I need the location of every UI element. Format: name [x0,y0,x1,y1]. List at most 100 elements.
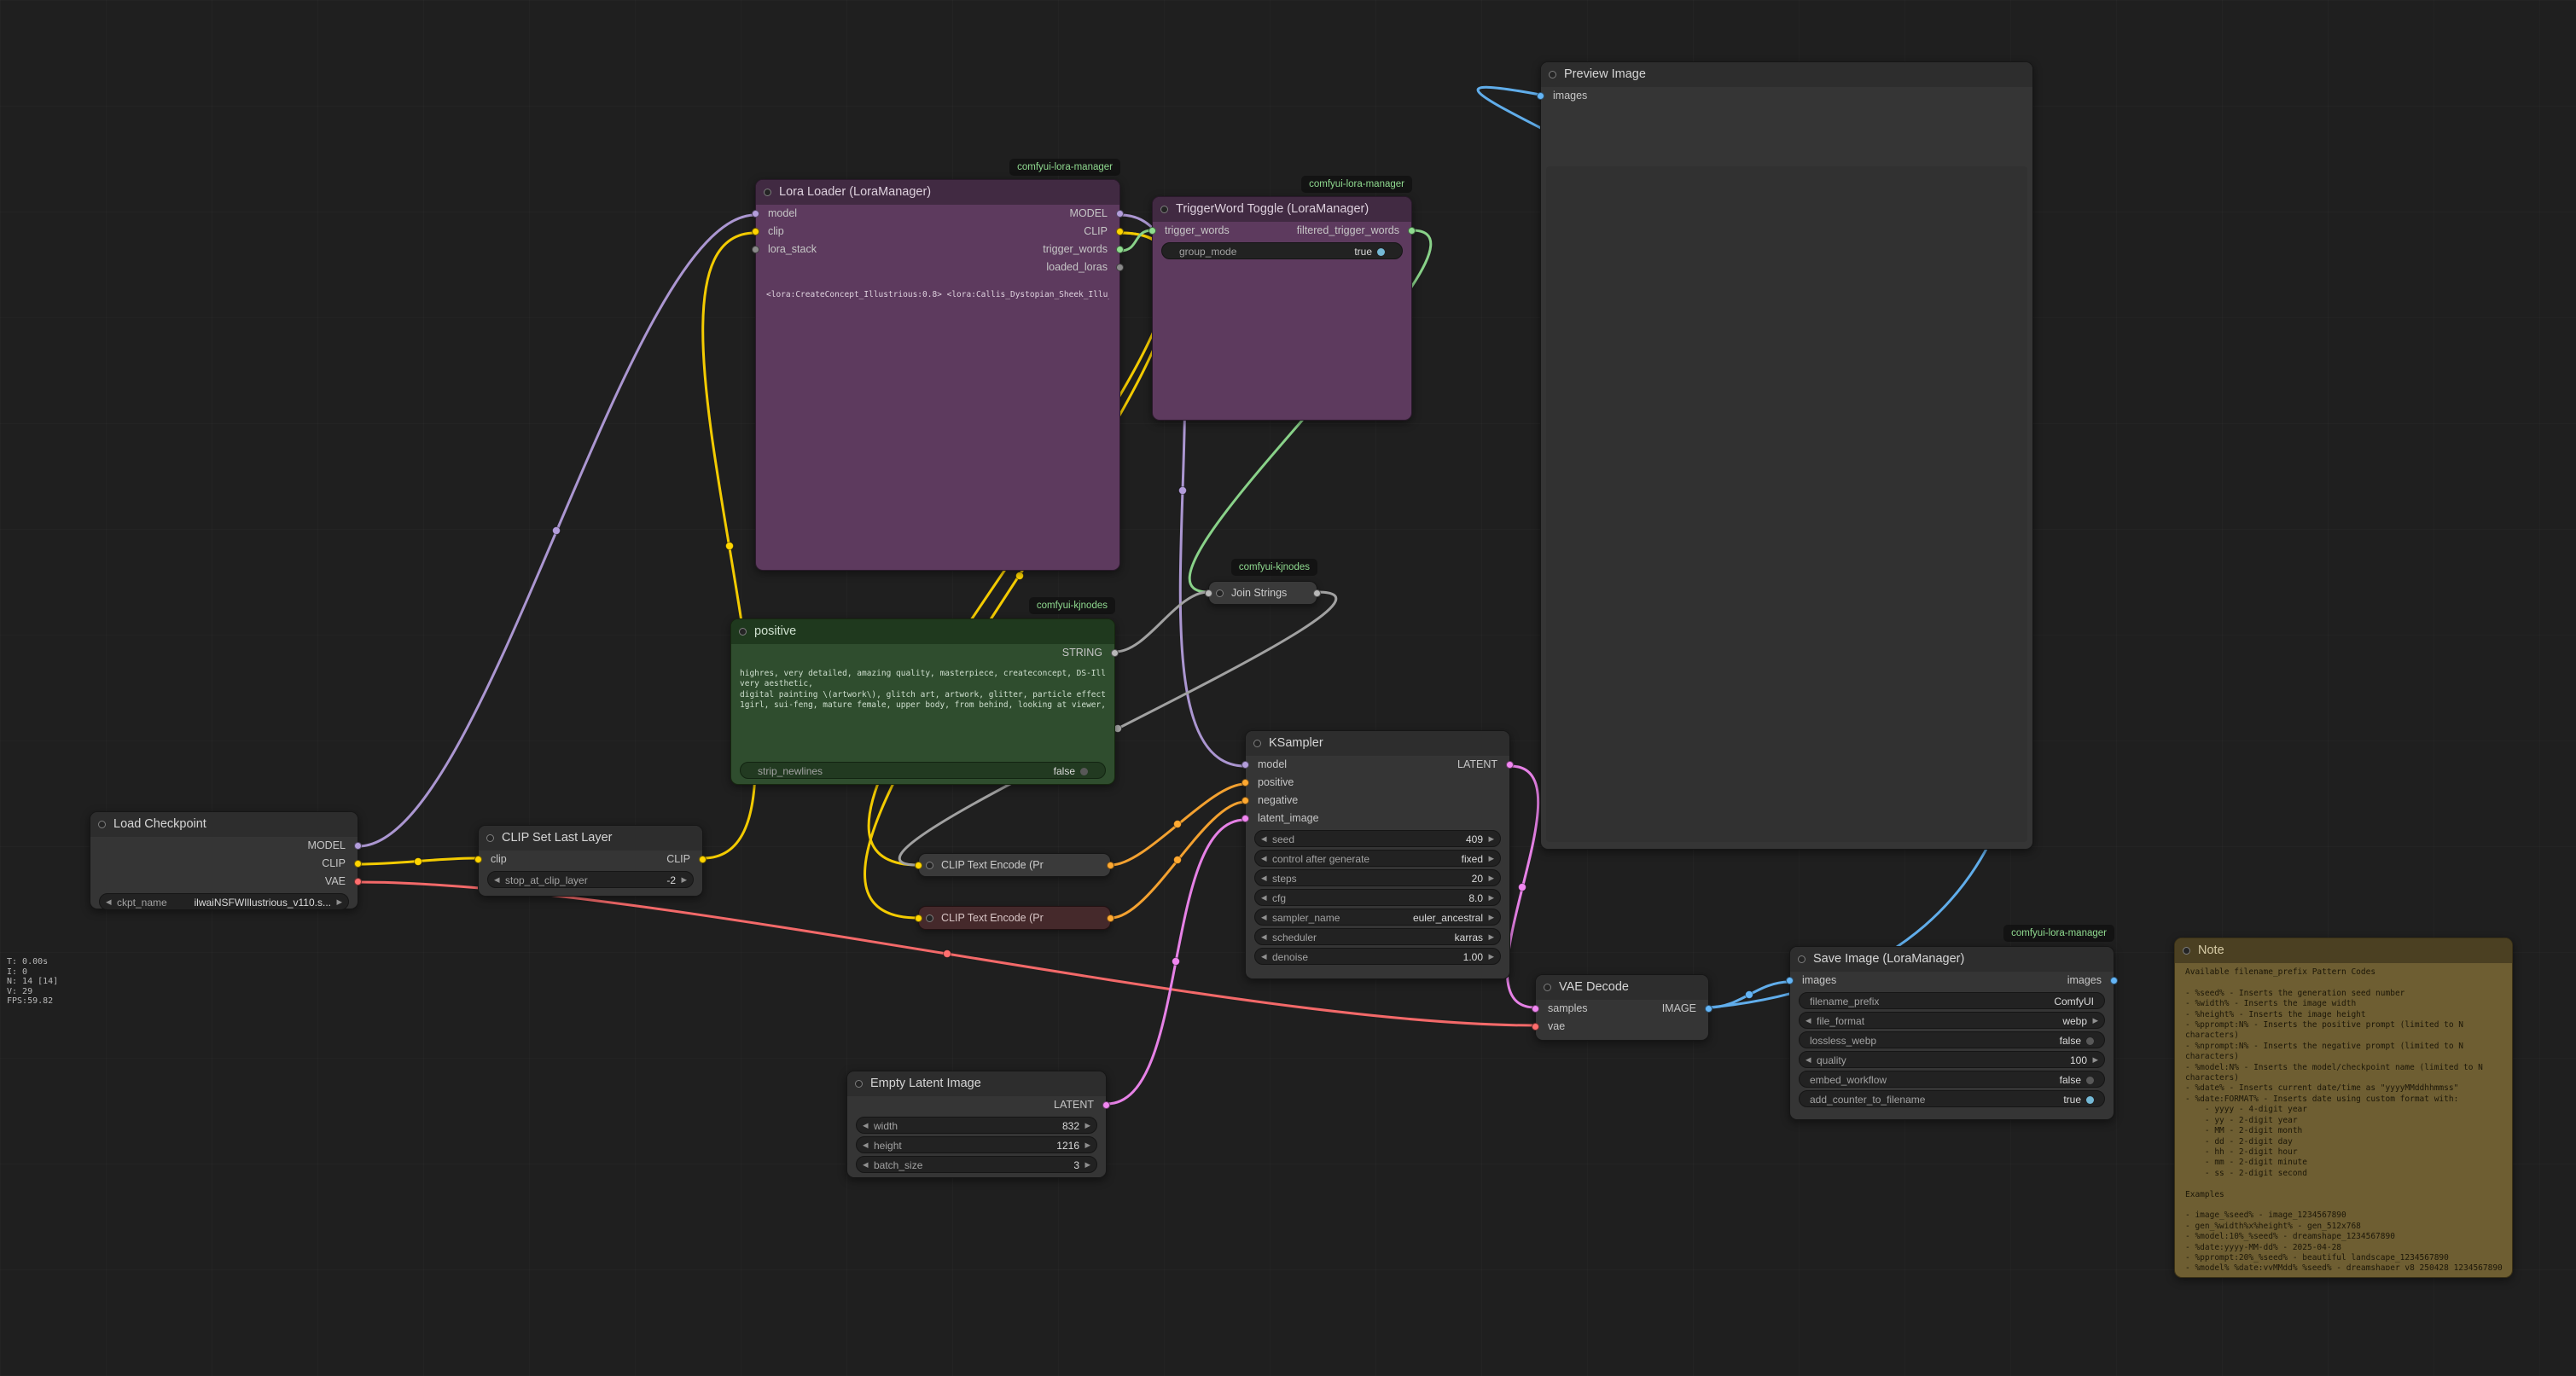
input-slot-model[interactable] [1241,761,1249,769]
node-join-strings[interactable]: Join Strings [1208,581,1317,605]
widget-add-counter-to-filename[interactable]: add_counter_to_filename true [1799,1090,2105,1107]
collapse-dot[interactable] [98,821,106,828]
node-vae-decode[interactable]: VAE Decode samples IMAGE vae [1535,974,1709,1041]
combo-next-icon[interactable]: ▶ [1488,831,1494,848]
widget-group-mode[interactable]: group_mode true [1161,242,1403,259]
widget-cfg[interactable]: ◀ cfg 8.0 ▶ [1254,889,1501,906]
toggle-off-icon[interactable] [1080,768,1088,775]
input-slot-samples[interactable] [1532,1005,1539,1013]
input-slot-lora-stack[interactable] [752,246,759,253]
combo-next-icon[interactable]: ▶ [681,872,687,889]
widget-denoise[interactable]: ◀ denoise 1.00 ▶ [1254,948,1501,965]
node-title-bar[interactable]: KSampler [1246,731,1509,756]
output-slot-images[interactable] [2110,977,2118,984]
input-slot-vae[interactable] [1532,1023,1539,1031]
combo-next-icon[interactable]: ▶ [2092,1013,2098,1030]
widget-height[interactable]: ◀ height 1216 ▶ [856,1136,1097,1153]
node-title-bar[interactable]: Empty Latent Image [847,1071,1106,1096]
combo-prev-icon[interactable]: ◀ [1261,909,1267,926]
combo-next-icon[interactable]: ▶ [1084,1137,1090,1154]
combo-next-icon[interactable]: ▶ [1084,1157,1090,1174]
output-slot-trigger-words[interactable] [1116,246,1124,253]
toggle-off-icon[interactable] [2086,1077,2094,1084]
collapse-dot[interactable] [1798,955,1806,963]
output-slot-conditioning[interactable] [1107,914,1114,922]
combo-next-icon[interactable]: ▶ [1488,851,1494,868]
output-slot-latent[interactable] [1102,1101,1110,1109]
output-slot-filtered-trigger-words[interactable] [1408,227,1416,235]
node-clip-set-last-layer[interactable]: CLIP Set Last Layer clip CLIP ◀ stop_at_… [478,825,703,897]
output-slot-latent[interactable] [1506,761,1514,769]
widget-sampler-name[interactable]: ◀ sampler_name euler_ancestral ▶ [1254,909,1501,926]
node-lora-loader[interactable]: Lora Loader (LoraManager) model MODEL cl… [755,179,1120,571]
combo-next-icon[interactable]: ▶ [2092,1052,2098,1069]
node-title-bar[interactable]: Note [2175,938,2512,963]
input-slot-images[interactable] [1537,92,1544,100]
combo-prev-icon[interactable]: ◀ [863,1137,869,1154]
node-preview-image[interactable]: Preview Image images [1540,61,2033,850]
input-slot-trigger-words[interactable] [1148,227,1156,235]
output-slot-clip[interactable] [354,860,362,868]
output-slot-string[interactable] [1111,649,1119,657]
combo-prev-icon[interactable]: ◀ [1261,851,1267,868]
collapse-dot[interactable] [1216,589,1224,597]
combo-next-icon[interactable]: ▶ [336,894,342,911]
combo-prev-icon[interactable]: ◀ [106,894,112,911]
combo-prev-icon[interactable]: ◀ [1261,890,1267,907]
collapse-dot[interactable] [1160,206,1168,213]
note-textarea[interactable]: Available filename_prefix Pattern Codes … [2185,967,2505,1270]
output-slot-clip[interactable] [1116,228,1124,235]
input-slot-positive[interactable] [1241,779,1249,787]
node-title-bar[interactable]: VAE Decode [1536,975,1708,1000]
node-title-bar[interactable]: positive [731,619,1114,644]
prompt-textarea[interactable]: highres, very detailed, amazing quality,… [740,669,1106,740]
lora-syntax-text[interactable]: <lora:CreateConcept_Illustrious:0.8> <lo… [766,290,1109,299]
node-title-bar[interactable]: Lora Loader (LoraManager) [756,180,1119,205]
node-save-image[interactable]: Save Image (LoraManager) images images f… [1789,946,2114,1120]
output-slot-model[interactable] [1116,210,1124,218]
output-slot-conditioning[interactable] [1107,862,1114,869]
toggle-on-icon[interactable] [2086,1096,2094,1104]
combo-next-icon[interactable]: ▶ [1488,890,1494,907]
input-slot-clip[interactable] [752,228,759,235]
widget-strip-newlines[interactable]: strip_newlines false [740,762,1106,779]
widget-filename-prefix[interactable]: filename_prefix ComfyUI [1799,992,2105,1009]
input-slot-images[interactable] [1786,977,1794,984]
widget-seed[interactable]: ◀ seed 409 ▶ [1254,830,1501,847]
node-title-bar[interactable]: CLIP Set Last Layer [479,826,702,851]
input-slot-latent-image[interactable] [1241,815,1249,822]
combo-next-icon[interactable]: ▶ [1488,929,1494,946]
output-slot-vae[interactable] [354,878,362,885]
combo-next-icon[interactable]: ▶ [1488,870,1494,887]
output-slot-model[interactable] [354,842,362,850]
combo-prev-icon[interactable]: ◀ [863,1118,869,1135]
node-positive-prompt[interactable]: positive STRING highres, very detailed, … [730,618,1115,785]
combo-prev-icon[interactable]: ◀ [1261,929,1267,946]
combo-next-icon[interactable]: ▶ [1488,949,1494,966]
collapse-dot[interactable] [1549,71,1556,78]
input-slot-strings[interactable] [1205,589,1212,597]
combo-prev-icon[interactable]: ◀ [1806,1013,1811,1030]
node-empty-latent-image[interactable]: Empty Latent Image LATENT ◀ width 832 ▶ … [846,1071,1107,1178]
collapse-dot[interactable] [926,862,933,869]
combo-prev-icon[interactable]: ◀ [1806,1052,1811,1069]
collapse-dot[interactable] [764,189,771,196]
input-slot-clip[interactable] [474,856,482,863]
node-triggerword-toggle[interactable]: TriggerWord Toggle (LoraManager) trigger… [1152,196,1412,421]
input-slot-negative[interactable] [1241,797,1249,804]
widget-lossless-webp[interactable]: lossless_webp false [1799,1031,2105,1048]
widget-scheduler[interactable]: ◀ scheduler karras ▶ [1254,928,1501,945]
toggle-off-icon[interactable] [2086,1037,2094,1045]
node-title-bar[interactable]: Save Image (LoraManager) [1790,947,2114,972]
input-slot-clip[interactable] [915,862,922,869]
output-slot-loaded-loras[interactable] [1116,264,1124,271]
combo-prev-icon[interactable]: ◀ [863,1157,869,1174]
node-clip-text-encode-negative[interactable]: CLIP Text Encode (Pr [918,906,1111,930]
node-ksampler[interactable]: KSampler model LATENT positive negative … [1245,730,1510,979]
node-note[interactable]: Note Available filename_prefix Pattern C… [2174,938,2513,1278]
collapse-dot[interactable] [486,834,494,842]
input-slot-clip[interactable] [915,914,922,922]
collapse-dot[interactable] [739,628,747,636]
widget-batch-size[interactable]: ◀ batch_size 3 ▶ [856,1156,1097,1173]
collapse-dot[interactable] [2183,947,2190,955]
